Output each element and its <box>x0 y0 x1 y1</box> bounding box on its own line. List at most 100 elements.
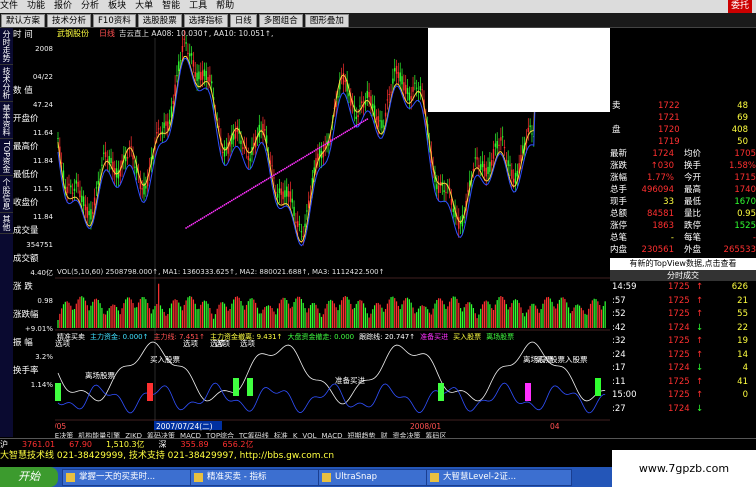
volume-bar <box>313 302 315 328</box>
toolbar-button[interactable]: 默认方案 <box>1 14 46 27</box>
status-item: 355.89 <box>180 440 209 449</box>
volume-bar <box>262 309 264 328</box>
bottom-tab[interactable]: TOP综合 <box>205 431 234 440</box>
trend-dot <box>284 167 286 170</box>
volume-bar <box>304 308 306 328</box>
stat-label: 总手 <box>610 185 628 195</box>
candle-body <box>190 53 193 56</box>
signal-bar <box>595 378 601 396</box>
volume-bar <box>511 303 513 328</box>
candle-body <box>368 92 370 98</box>
toolbar-button[interactable]: 选股股票 <box>137 14 182 27</box>
trend-dot <box>245 190 248 193</box>
left-tab[interactable]: TOP资金 <box>0 139 13 177</box>
menu-item[interactable]: 帮助 <box>216 1 234 11</box>
quote-stat-row: 涨跌 ↑030 换手 1.58% <box>610 160 756 172</box>
date-tick-label: 04 <box>550 422 560 431</box>
tick-row: :27 1724 ↓ <box>610 403 756 417</box>
bottom-tab[interactable]: 机构能量引擎 <box>78 431 120 440</box>
menu-item[interactable]: 文件 <box>0 1 18 11</box>
menu-item[interactable]: 大单 <box>135 1 153 11</box>
stat-label: 量比 <box>684 209 702 219</box>
menu-item[interactable]: 报价 <box>54 1 72 11</box>
volume-bar <box>256 307 259 328</box>
volume-bar <box>363 303 365 328</box>
trade-button[interactable]: 委托 <box>727 0 752 13</box>
bottom-tab[interactable]: 筹码决策 <box>147 431 175 440</box>
volume-bar <box>159 305 162 328</box>
candle-body <box>509 164 511 167</box>
taskbar-task-button[interactable]: 精准买卖 - 指标 <box>190 469 330 486</box>
toolbar-button[interactable]: 日线 <box>229 14 257 27</box>
volume-bar <box>569 313 571 328</box>
taskbar-task-button[interactable]: UltraSnap <box>318 469 438 486</box>
trend-dot <box>349 128 352 130</box>
taskbar-task-button[interactable]: 掌握一天的买卖时... <box>62 469 202 486</box>
sell-price: 1722 <box>658 101 680 111</box>
volume-bar <box>260 313 262 328</box>
left-tab[interactable]: 基本资料 <box>0 102 13 139</box>
tick-volume: 4 <box>742 363 748 373</box>
sell-label: 卖 <box>612 101 621 111</box>
volume-bar <box>485 300 487 328</box>
candle-body <box>295 221 297 224</box>
trend-dot <box>348 129 350 131</box>
volume-bar <box>187 297 189 328</box>
bottom-tab[interactable]: 资金决策 <box>392 431 420 440</box>
menu-item[interactable]: 工具 <box>189 1 207 11</box>
left-tab[interactable]: 分时走势 <box>0 28 13 65</box>
toolbar-button[interactable]: 技术分析 <box>47 14 92 27</box>
tick-price: 1725 <box>668 295 690 306</box>
bottom-tab[interactable]: TC筹码线 <box>238 431 269 440</box>
tick-row: :17 1724 ↓ 4 <box>610 362 756 376</box>
left-tab[interactable]: 技术分析 <box>0 65 13 102</box>
topview-notice-button[interactable]: 有新的TopView数据,点击查看 <box>610 258 756 270</box>
status-item: 3761.01 <box>22 440 56 449</box>
bottom-tab[interactable]: DDE决策 <box>44 431 73 440</box>
volume-bar <box>566 302 568 328</box>
toolbar-button[interactable]: F10资料 <box>93 14 136 27</box>
tick-direction-icon: ↑ <box>696 376 704 387</box>
left-tab[interactable]: 个股信息 <box>0 176 13 214</box>
bottom-tab[interactable]: 筹码区 <box>425 431 446 440</box>
menu-item[interactable]: 智能 <box>162 1 180 11</box>
stat-label: 今开 <box>684 173 702 183</box>
volume-bar <box>320 316 323 328</box>
candle-body <box>501 136 504 138</box>
bottom-tab[interactable]: 短期趋势 <box>347 431 375 440</box>
menu-item[interactable]: 分析 <box>81 1 99 11</box>
bottom-tab[interactable]: 财 <box>380 431 387 440</box>
volume-bar <box>518 302 520 328</box>
volume-bar <box>95 298 98 328</box>
bottom-tab[interactable]: 标准 <box>274 431 288 440</box>
volume-bar <box>97 299 99 328</box>
candle-body <box>218 126 220 128</box>
candle-body <box>492 149 495 159</box>
toolbar-button[interactable]: 选择指标 <box>183 14 228 27</box>
trend-dot <box>227 201 230 204</box>
toolbar-button[interactable]: 多图组合 <box>258 14 303 27</box>
sell-volume: 48 <box>737 101 748 111</box>
trend-dot <box>240 194 242 196</box>
candle-body <box>90 209 92 220</box>
menu-item[interactable]: 功能 <box>27 1 45 11</box>
candle-body <box>86 206 88 218</box>
trend-dot <box>346 130 349 133</box>
stat-label: 外盘 <box>684 245 702 255</box>
menu-item[interactable]: 板块 <box>108 1 126 11</box>
trend-dot <box>276 172 279 174</box>
trend-dot <box>338 134 341 137</box>
volume-bar <box>397 305 399 328</box>
toolbar-button[interactable]: 图形叠加 <box>304 14 349 27</box>
volume-bar <box>170 303 173 328</box>
candle-body <box>104 151 107 158</box>
start-button[interactable]: 开始 <box>0 467 58 487</box>
candle-body <box>163 122 165 129</box>
candle-body <box>207 77 209 82</box>
volume-bars <box>57 283 606 328</box>
volume-bar <box>492 310 495 328</box>
volume-bar <box>458 302 460 328</box>
left-tab[interactable]: 其他 <box>0 213 13 235</box>
candle-body <box>125 156 127 162</box>
taskbar-task-button[interactable]: 大智慧Level-2证... <box>426 469 572 486</box>
